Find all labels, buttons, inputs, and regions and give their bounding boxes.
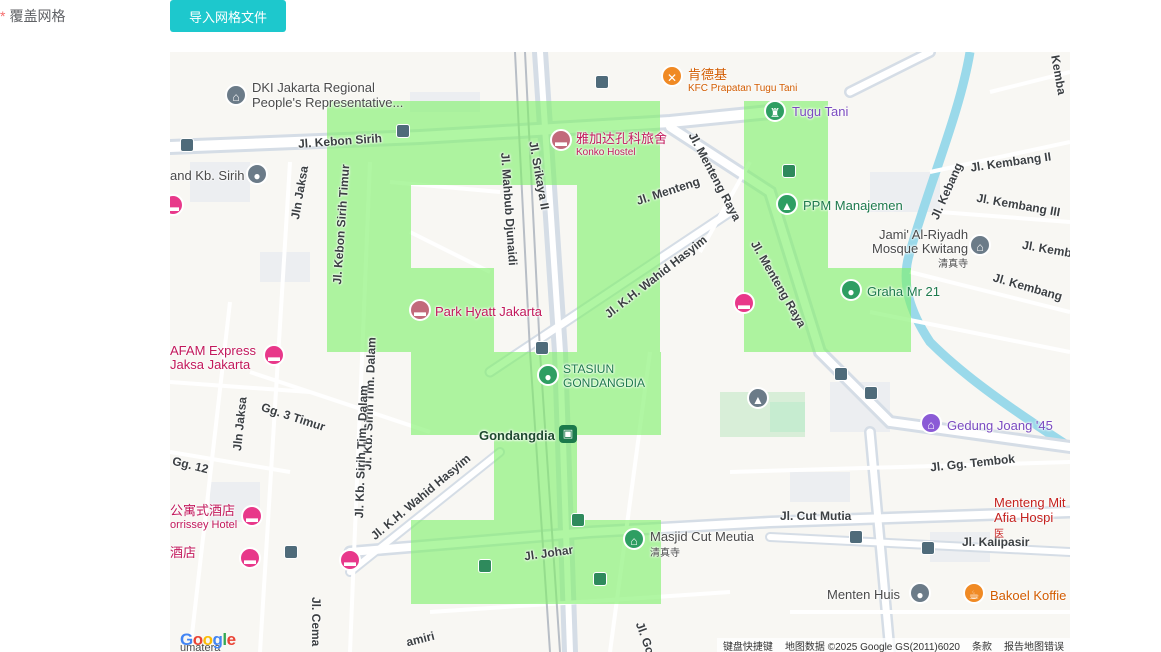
google-logo: Google — [180, 630, 236, 649]
poi-subtitle: Konko Hostel — [576, 147, 636, 158]
poi-name: People's Representative... — [252, 95, 404, 110]
poi-name: DKI Jakarta Regional — [252, 80, 375, 95]
terms-link[interactable]: 条款 — [972, 638, 992, 652]
report-error-link[interactable]: 报告地图错误 — [1004, 638, 1064, 652]
mosque-icon[interactable]: ⌂ — [623, 528, 645, 550]
hotel-icon[interactable]: ▬ — [733, 292, 755, 314]
ppm-manajemen-label[interactable]: PPM Manajemen — [803, 198, 903, 213]
graha-mr21-label[interactable]: Graha Mr 21 — [867, 284, 940, 299]
bus-stop-icon[interactable] — [478, 559, 492, 573]
afam-express-label[interactable]: AFAM Express Jaksa Jakarta — [170, 344, 256, 372]
stasiun-gondangdia-label[interactable]: STASIUN GONDANGDIA — [563, 362, 645, 390]
apartment-hotel-label[interactable]: 公寓式酒店 orrissey Hotel — [170, 504, 237, 532]
hotel-icon[interactable]: ▬ — [241, 505, 263, 527]
poi-name: Jami' Al-Riyadh — [878, 227, 969, 242]
map-attribution-bar: 键盘快捷键 地图数据 ©2025 Google GS(2011)6020 条款 … — [716, 638, 1070, 652]
menteng-hospital-label[interactable]: Menteng Mit Afia Hospi 医 — [994, 495, 1066, 542]
kb-sirih-label[interactable]: and Kb. Sirih — [170, 168, 244, 183]
poi-name: Menteng Mit — [994, 495, 1066, 510]
bus-stop-icon[interactable] — [595, 75, 609, 89]
poi-subtitle: 清真寺 — [938, 259, 969, 270]
street-label: Jl. Cut Mutia — [780, 509, 852, 523]
monument-icon[interactable]: ♜ — [764, 100, 786, 122]
school-icon[interactable]: ▲ — [776, 193, 798, 215]
park-hyatt-label[interactable]: Park Hyatt Jakarta — [435, 304, 542, 319]
import-grid-file-button[interactable]: 导入网格文件 — [170, 0, 286, 32]
gedung-joang-label[interactable]: Gedung Joang '45 — [947, 418, 1053, 433]
coverage-grid-label: * 覆盖网格 — [0, 6, 65, 26]
restaurant-icon[interactable]: ✕ — [661, 65, 683, 87]
poi-name: Afia Hospi — [994, 510, 1054, 525]
poi-name: Mosque Kwitang — [872, 241, 969, 256]
bus-stop-icon[interactable] — [782, 164, 796, 178]
place-pin-icon[interactable]: ● — [909, 582, 931, 604]
place-pin-icon[interactable]: ● — [246, 163, 268, 185]
hotel-icon[interactable]: ▬ — [409, 299, 431, 321]
train-station-pin-icon[interactable]: ● — [537, 364, 559, 386]
bus-stop-icon[interactable] — [535, 341, 549, 355]
bus-stop-icon[interactable] — [593, 572, 607, 586]
bus-stop-icon[interactable] — [180, 138, 194, 152]
dki-regional-label[interactable]: DKI Jakarta Regional People's Representa… — [252, 80, 403, 110]
map-view[interactable]: ▣ ⌂ ✕ ♜ ▬ ● ▬ ▲ ⌂ ▬ ● ▬ ▬ ● ▲ ⌂ ▬ ▬ ▬ ⌂ … — [170, 52, 1070, 652]
bakoel-koffie-label[interactable]: Bakoel Koffie — [990, 588, 1066, 603]
bus-stop-icon[interactable] — [571, 513, 585, 527]
menten-huis-label[interactable]: Menten Huis — [827, 587, 900, 602]
konko-hostel-label[interactable]: 雅加达孔科旅舍 Konko Hostel — [576, 128, 667, 158]
bus-stop-icon[interactable] — [284, 545, 298, 559]
bus-stop-icon[interactable] — [849, 530, 863, 544]
tugu-tani-label[interactable]: Tugu Tani — [792, 104, 848, 119]
required-mark: * — [0, 8, 6, 24]
bus-stop-icon[interactable] — [396, 124, 410, 138]
bus-stop-icon[interactable] — [834, 367, 848, 381]
bus-stop-icon[interactable] — [921, 541, 935, 555]
bus-stop-icon[interactable] — [864, 386, 878, 400]
masjid-cut-meutia-label[interactable]: Masjid Cut Meutia 清真寺 — [650, 529, 754, 559]
hotel-icon[interactable]: ▬ — [339, 549, 361, 571]
keyboard-shortcuts-link[interactable]: 键盘快捷键 — [723, 638, 773, 652]
poi-name: 公寓式酒店 — [170, 503, 236, 518]
poi-name: STASIUN — [563, 362, 615, 376]
mosque-icon[interactable]: ⌂ — [969, 234, 991, 256]
poi-name: 肯德基 — [688, 67, 728, 82]
train-station-icon[interactable]: ▣ — [559, 425, 577, 443]
gondangdia-station-label[interactable]: Gondangdia — [479, 428, 555, 443]
hotel-label[interactable]: 酒店 — [170, 542, 196, 561]
cafe-icon[interactable]: ☕ — [963, 582, 985, 604]
poi-subtitle: KFC Prapatan Tugu Tani — [688, 83, 798, 94]
jami-mosque-label[interactable]: Jami' Al-Riyadh Mosque Kwitang 清真寺 — [872, 228, 968, 272]
poi-name: AFAM Express — [170, 343, 256, 358]
place-pin-icon[interactable]: ● — [840, 279, 862, 301]
hostel-icon[interactable]: ▬ — [550, 129, 572, 151]
poi-name: 医 — [994, 529, 1004, 540]
school-icon[interactable]: ▲ — [747, 387, 769, 409]
coverage-grid-label-text: 覆盖网格 — [9, 8, 66, 24]
poi-subtitle: 清真寺 — [650, 548, 680, 559]
street-label: Jl. Cema — [309, 597, 323, 647]
poi-name: Masjid Cut Meutia — [650, 529, 755, 544]
poi-name: orrissey Hotel — [170, 519, 238, 531]
kfc-label[interactable]: 肯德基 KFC Prapatan Tugu Tani — [688, 64, 797, 94]
map-data-text: 地图数据 ©2025 Google GS(2011)6020 — [784, 641, 960, 652]
museum-icon[interactable]: ⌂ — [920, 412, 942, 434]
poi-name: Jaksa Jakarta — [170, 357, 251, 372]
poi-name: 雅加达孔科旅舍 — [576, 131, 668, 146]
hotel-icon[interactable]: ▬ — [263, 344, 285, 366]
government-building-icon[interactable]: ⌂ — [225, 84, 247, 106]
poi-name: GONDANGDIA — [563, 376, 646, 390]
hotel-icon[interactable]: ▬ — [239, 547, 261, 569]
